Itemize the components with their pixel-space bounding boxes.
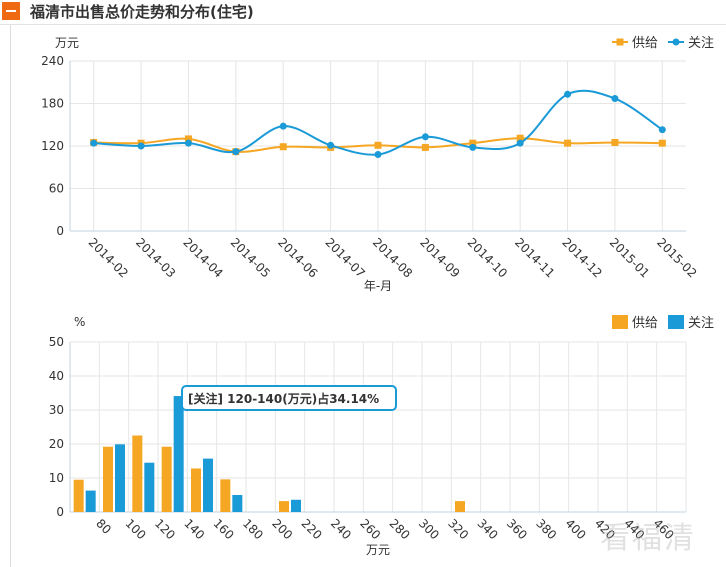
bar: [191, 468, 201, 512]
bar: [173, 396, 184, 512]
section-header: 福清市出售总价走势和分布(住宅): [0, 0, 726, 25]
bar: [144, 462, 155, 512]
x-tick-label: 2014-03: [133, 235, 178, 280]
x-tick-label: 2014-05: [228, 235, 273, 280]
x-tick-label: 220: [299, 516, 325, 542]
legend-marker: [612, 315, 628, 329]
x-tick-label: 100: [123, 516, 149, 542]
x-tick-label: 2014-04: [180, 235, 225, 280]
series-point: [137, 142, 145, 150]
x-tick-label: 80: [93, 516, 114, 537]
x-tick-label: 2014-08: [370, 235, 415, 280]
bar: [85, 490, 96, 512]
legend-label: 关注: [688, 316, 714, 331]
series-point: [374, 141, 382, 149]
series-point: [421, 133, 429, 141]
x-tick-label: 320: [445, 516, 471, 542]
series-point: [184, 139, 192, 147]
legend-marker: [616, 38, 624, 46]
legend-marker: [672, 38, 680, 46]
series-point: [374, 151, 382, 158]
y-tick-label: 20: [49, 437, 64, 451]
series-point: [516, 139, 524, 147]
x-tick-label: 260: [357, 516, 383, 542]
y-tick-label: 40: [49, 369, 64, 383]
bar: [115, 444, 125, 512]
bar: [232, 495, 243, 512]
series-point: [564, 90, 572, 98]
y-axis-unit-label: %: [74, 315, 85, 329]
series-point: [658, 139, 666, 147]
y-tick-label: 0: [56, 505, 64, 519]
x-tick-label: 280: [387, 516, 413, 542]
series-point: [90, 139, 98, 147]
x-tick-label: 2015-01: [607, 235, 652, 280]
x-tick-label: 380: [533, 516, 559, 542]
watermark-logo: 看福清: [600, 521, 696, 556]
y-tick-label: 60: [49, 182, 64, 196]
series-point: [611, 95, 619, 103]
y-tick-label: 0: [56, 224, 64, 238]
x-tick-label: 2015-02: [654, 235, 699, 280]
tooltip-text: [关注] 120-140(万元)占34.14%: [188, 391, 379, 406]
legend-label: 供给: [632, 36, 658, 51]
x-tick-label: 2014-06: [275, 235, 320, 280]
legend-marker: [668, 315, 684, 329]
line-chart: 万元0601201802402014-02 2014-03 2014-04 2014-…: [41, 36, 714, 293]
series-point: [421, 143, 429, 151]
collapse-button[interactable]: [2, 2, 20, 20]
y-tick-label: 180: [41, 97, 64, 111]
x-tick-label: 400: [563, 516, 589, 542]
bar: [161, 446, 172, 512]
x-tick-label: 140: [181, 516, 207, 542]
y-tick-label: 240: [41, 54, 64, 68]
x-tick-label: 2014-07: [322, 235, 367, 280]
x-tick-label: 300: [416, 516, 442, 542]
series-point: [279, 122, 287, 130]
series-point: [232, 148, 240, 156]
series-point: [564, 139, 572, 147]
bar: [220, 479, 231, 512]
series-point: [327, 141, 335, 149]
x-tick-label: 2014-10: [465, 235, 510, 280]
x-tick-label: 340: [475, 516, 501, 542]
y-tick-label: 50: [49, 335, 64, 349]
x-tick-label: 2014-11: [512, 235, 557, 280]
x-tick-label: 160: [211, 516, 237, 542]
legend-label: 关注: [688, 36, 714, 51]
y-tick-label: 30: [49, 403, 64, 417]
series-point: [279, 143, 287, 151]
series-point: [611, 138, 619, 146]
x-tick-label: 240: [328, 516, 354, 542]
bar: [455, 501, 465, 512]
bar: [103, 446, 113, 512]
x-tick-label: 2014-02: [86, 235, 131, 280]
bar: [132, 435, 143, 512]
x-tick-label: 180: [240, 516, 266, 542]
y-tick-label: 10: [49, 471, 64, 485]
x-axis-title: 万元: [366, 543, 390, 557]
series-point: [658, 126, 666, 134]
x-tick-label: 2014-09: [417, 235, 462, 280]
x-tick-label: 200: [269, 516, 295, 542]
y-tick-label: 120: [41, 139, 64, 153]
x-tick-label: 2014-12: [559, 235, 604, 280]
bar: [291, 499, 301, 512]
series-point: [469, 143, 477, 151]
x-axis-title: 年-月: [364, 279, 392, 293]
legend-label: 供给: [632, 316, 658, 331]
y-axis-unit-label: 万元: [55, 36, 79, 50]
bar: [279, 501, 289, 512]
section-title: 福清市出售总价走势和分布(住宅): [30, 3, 254, 21]
bar: [73, 479, 84, 512]
x-tick-label: 360: [504, 516, 530, 542]
x-tick-label: 120: [152, 516, 178, 542]
bar: [203, 458, 213, 512]
tooltip: [关注] 120-140(万元)占34.14%: [181, 385, 397, 411]
